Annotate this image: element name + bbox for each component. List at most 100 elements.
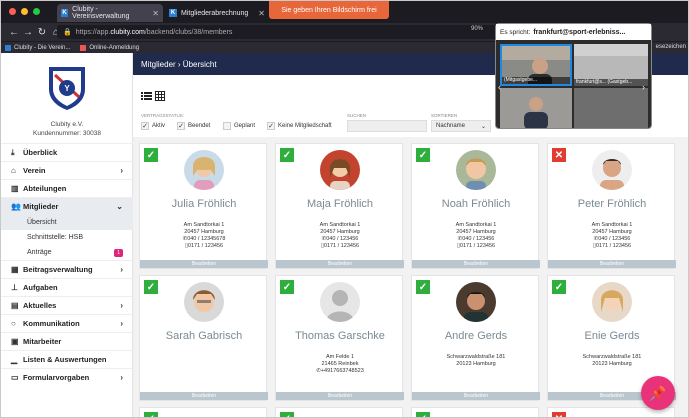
- sidebar-item-aufgaben[interactable]: ⊥ Aufgaben: [1, 278, 133, 296]
- checkbox-label: Beendet: [188, 123, 211, 129]
- address-line: Am Felde 1: [325, 354, 355, 360]
- tab-label: Clubity - Vereinsverwaltung: [72, 6, 130, 20]
- close-window-button[interactable]: [9, 8, 16, 15]
- filter-aktiv-checkbox[interactable]: ✓ Aktiv: [141, 122, 165, 130]
- edit-button[interactable]: Bearbeiten: [140, 392, 268, 400]
- close-tab-icon[interactable]: ✕: [258, 9, 265, 18]
- member-card[interactable]: ✓ Noah Fröhlich Am Sandtorkai 1 20457 Ham…: [411, 143, 540, 269]
- member-name: Julia Fröhlich: [171, 198, 237, 210]
- minimize-window-button[interactable]: [21, 8, 28, 15]
- phone: ✆040 / 12345678: [140, 236, 268, 243]
- url-bar[interactable]: 🔒 https://app.clubity.com/backend/clubs/…: [57, 25, 497, 39]
- sidebar-subitem-schnittstelle[interactable]: Schnittstelle: HSB: [1, 230, 133, 245]
- address-city: 20123 Hamburg: [456, 361, 496, 367]
- member-card[interactable]: ✓: [411, 407, 539, 417]
- edit-button[interactable]: Bearbeiten: [276, 392, 404, 400]
- users-icon: 👥: [11, 202, 21, 211]
- member-card[interactable]: ✓ Sarah Gabrisch Bearbeiten: [139, 275, 268, 401]
- status-active-icon: ✓: [416, 280, 430, 294]
- member-card[interactable]: ✕ Peter Fröhlich Am Sandtorkai 1 20457 Ha…: [547, 143, 676, 269]
- speaker-prefix: Es spricht:: [500, 28, 531, 36]
- pin-action-button[interactable]: 📌: [641, 376, 675, 410]
- sidebar-item-kommunikation[interactable]: ○ Kommunikation ›: [1, 314, 133, 332]
- forward-icon[interactable]: →: [21, 27, 35, 38]
- video-tile[interactable]: (Mitgastgebe...: [500, 44, 572, 86]
- phone: ✆040 / 123456: [548, 236, 676, 243]
- maximize-window-button[interactable]: [33, 8, 40, 15]
- sidebar-item-beitragsverwaltung[interactable]: ▦ Beitragsverwaltung ›: [1, 260, 133, 278]
- list-view-icon[interactable]: [141, 91, 152, 101]
- previous-arrow-icon[interactable]: ‹: [498, 82, 508, 94]
- video-tile[interactable]: [574, 88, 648, 128]
- member-card[interactable]: ✓ Andre Gerds Schwarzwaldstraße 181 20123…: [411, 275, 540, 401]
- sidebar-subitem-antraege[interactable]: Anträge 1: [1, 245, 133, 260]
- sidebar-item-mitglieder[interactable]: 👥 Mitglieder ⌄: [1, 197, 133, 215]
- sidebar-item-ueberblick[interactable]: ⤓ Überblick: [1, 143, 133, 161]
- clubity-favicon-icon: K: [169, 9, 177, 17]
- sort-select[interactable]: Nachname ⌄: [431, 120, 491, 132]
- address-city: 20457 Hamburg: [592, 229, 632, 235]
- checkbox[interactable]: ✓: [177, 122, 185, 130]
- url-prefix: https://app.: [75, 28, 111, 36]
- mobile: ▯0171 / 123456: [412, 243, 540, 250]
- mobile-value: 0171 / 123456: [323, 243, 360, 249]
- sidebar-subitem-uebersicht[interactable]: Übersicht: [1, 215, 133, 230]
- reload-icon[interactable]: ↻: [35, 27, 49, 38]
- video-call-overlay[interactable]: Es spricht: frankfurt@sport-erlebniss... …: [495, 23, 652, 129]
- video-tile[interactable]: frankfurt@s... (Gastgeb...: [574, 44, 648, 86]
- grid-view-icon[interactable]: [155, 91, 165, 101]
- edit-button[interactable]: Bearbeiten: [548, 260, 676, 268]
- pin-icon: 📌: [649, 384, 667, 401]
- screen-share-banner[interactable]: Sie geben Ihren Bildschirm frei: [269, 1, 389, 19]
- tab-mitgliederabrechnung[interactable]: K Mitgliederabrechnung ✕: [165, 4, 269, 22]
- video-tile[interactable]: [500, 88, 572, 128]
- bookmark-online-anmeldung[interactable]: Online-Anmeldung: [80, 44, 139, 51]
- bookmark-clubity[interactable]: Clubity - Die Verein...: [5, 44, 70, 51]
- filter-keine-mitgliedschaft-checkbox[interactable]: ✓ Keine Mitgliedschaft: [267, 122, 332, 130]
- close-tab-icon[interactable]: ✕: [152, 9, 159, 18]
- mobile-value: 0171 / 123456: [459, 243, 496, 249]
- avatar: [592, 150, 632, 190]
- search-input[interactable]: [347, 120, 427, 132]
- avatar: [456, 282, 496, 322]
- member-card[interactable]: ✓: [139, 407, 267, 417]
- checkbox[interactable]: ✓: [141, 122, 149, 130]
- edit-button[interactable]: Bearbeiten: [412, 392, 540, 400]
- tab-vereinsverwaltung[interactable]: K Clubity - Vereinsverwaltung ✕: [57, 4, 163, 22]
- sidebar-item-verein[interactable]: ⌂ Verein ›: [1, 161, 133, 179]
- address-line: Schwarzwaldstraße 181: [582, 354, 642, 360]
- sidebar-item-aktuelles[interactable]: ▤ Aktuelles ›: [1, 296, 133, 314]
- sidebar-item-label: Listen & Auswertungen: [23, 355, 107, 364]
- checkbox[interactable]: ✓: [267, 122, 275, 130]
- status-active-icon: ✓: [280, 148, 294, 162]
- member-card[interactable]: ✓ Maja Fröhlich Am Sandtorkai 1 20457 Ham…: [275, 143, 404, 269]
- member-card[interactable]: ✓ Thomas Garschke Am Felde 1 21465 Reinbe…: [275, 275, 404, 401]
- zoom-level[interactable]: 90%: [471, 26, 483, 32]
- sidebar-item-abteilungen[interactable]: ▥ Abteilungen: [1, 179, 133, 197]
- status-inactive-icon: ✕: [552, 148, 566, 162]
- calculator-icon: ▦: [11, 265, 19, 274]
- avatar: [184, 150, 224, 190]
- sidebar-item-mitarbeiter[interactable]: ▣ Mitarbeiter: [1, 332, 133, 350]
- edit-button[interactable]: Bearbeiten: [140, 260, 268, 268]
- address-city: 20123 Hamburg: [592, 361, 632, 367]
- back-icon[interactable]: ←: [7, 27, 21, 38]
- member-card[interactable]: ✓: [275, 407, 403, 417]
- avatar-placeholder-icon: [320, 282, 360, 322]
- filter-beendet-checkbox[interactable]: ✓ Beendet: [177, 122, 210, 130]
- edit-button[interactable]: Bearbeiten: [412, 260, 540, 268]
- antraege-count-badge: 1: [114, 248, 123, 257]
- filter-geplant-checkbox[interactable]: Geplant: [223, 122, 255, 130]
- window-controls[interactable]: [9, 8, 40, 15]
- member-card[interactable]: ✓ Julia Fröhlich Am Sandtorkai 1 20457 Ha…: [139, 143, 268, 269]
- next-arrow-icon[interactable]: ›: [642, 82, 652, 94]
- sidebar-menu: ⤓ Überblick ⌂ Verein › ▥ Abteilungen 👥 Mitgli…: [1, 143, 133, 386]
- phone: ✆040 / 123456: [412, 236, 540, 243]
- edit-button[interactable]: Bearbeiten: [276, 260, 404, 268]
- building-icon: ▥: [11, 184, 19, 193]
- checkbox[interactable]: [223, 122, 231, 130]
- other-bookmarks[interactable]: esezeichen: [656, 44, 686, 50]
- chevron-right-icon: ›: [120, 265, 123, 274]
- sidebar-item-listen[interactable]: ▁ Listen & Auswertungen: [1, 350, 133, 368]
- sidebar-item-formularvorgaben[interactable]: ▭ Formularvorgaben ›: [1, 368, 133, 386]
